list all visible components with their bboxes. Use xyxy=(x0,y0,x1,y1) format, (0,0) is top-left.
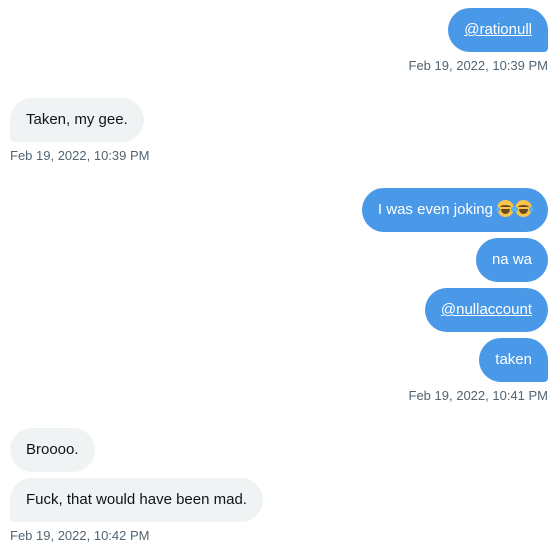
received-message-bubble[interactable]: Fuck, that would have been mad. xyxy=(10,478,263,522)
message-text: Fuck, that would have been mad. xyxy=(26,491,247,508)
message-text: na wa xyxy=(491,251,532,268)
emoji-group xyxy=(496,188,533,232)
sent-message-bubble[interactable]: I was even joking xyxy=(361,188,548,232)
message-text: I was even joking xyxy=(377,201,493,218)
message-text: Broooo. xyxy=(26,441,79,458)
sent-message-bubble[interactable]: @rationull xyxy=(448,8,548,52)
message-timestamp: Feb 19, 2022, 10:41 PM xyxy=(408,388,548,403)
received-message-bubble[interactable]: Taken, my gee. xyxy=(10,98,144,142)
sent-message-bubble[interactable]: na wa xyxy=(475,238,548,282)
mention-link[interactable]: @nullaccount xyxy=(441,301,532,318)
message-timestamp: Feb 19, 2022, 10:39 PM xyxy=(408,58,548,73)
message-timestamp: Feb 19, 2022, 10:42 PM xyxy=(10,528,150,543)
received-message-bubble[interactable]: Broooo. xyxy=(10,428,95,472)
message-timestamp: Feb 19, 2022, 10:39 PM xyxy=(10,148,150,163)
mention-link[interactable]: @rationull xyxy=(464,21,532,38)
face-with-tears-of-joy-icon xyxy=(496,200,515,218)
face-with-tears-of-joy-icon xyxy=(514,200,533,218)
message-text: Taken, my gee. xyxy=(26,111,128,128)
message-text: taken xyxy=(495,351,532,368)
sent-message-bubble[interactable]: @nullaccount xyxy=(424,288,548,332)
sent-message-bubble[interactable]: taken xyxy=(479,338,548,382)
